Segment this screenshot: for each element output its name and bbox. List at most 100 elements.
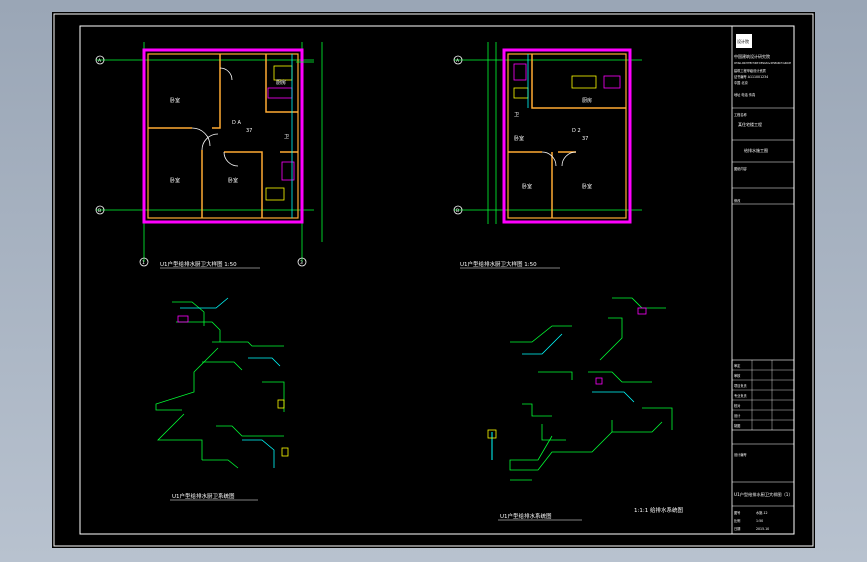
grid-label: B — [98, 208, 101, 214]
cert-line: 中国 北京 — [734, 80, 748, 85]
stove-fixture — [603, 75, 621, 89]
title-block-frame — [731, 25, 795, 535]
pipe — [180, 297, 229, 309]
pipe — [176, 321, 221, 342]
grid-label: B — [456, 208, 459, 214]
room-label: 卫 — [514, 112, 519, 118]
room-label: 卧室 — [514, 135, 524, 142]
sign-row-label: 专业负责 — [734, 393, 747, 398]
meta-label: 比例 — [734, 518, 740, 523]
pipe — [522, 403, 552, 417]
company-name: 中国建筑设计研究院 — [734, 53, 770, 59]
grid-label: A — [456, 58, 460, 64]
door-swing — [219, 67, 233, 81]
drawing-content-label: 图纸内容 — [734, 166, 748, 171]
pipe — [212, 341, 284, 347]
pipe — [612, 297, 666, 309]
grid-label: A — [98, 58, 102, 64]
sign-row-label: 制图 — [734, 423, 740, 428]
sign-row-label: 设计 — [734, 413, 741, 418]
plan-caption: U1户型给排水厨卫大样图 1:50 — [160, 260, 237, 268]
title-block: 设计院 中国建筑设计研究院 CHINA ARCHITECTURE DESIGN … — [731, 25, 795, 535]
system-caption: 1:1:1 给排水系统图 — [634, 506, 683, 514]
sign-row-label: 审定 — [734, 363, 741, 368]
basin-fixture — [513, 87, 529, 99]
sign-row-label: 项目负责 — [734, 383, 747, 388]
pipe — [612, 421, 663, 433]
kitchen-partition — [531, 54, 626, 109]
meta-value: 1:50 — [756, 519, 763, 523]
pipe — [216, 425, 284, 437]
floor-plan-left: 卧室 厨房 卧室 卧室 卫 D A 37 A B 1 3 U1户型给排水厨卫大样… — [95, 42, 323, 269]
cad-drawing-canvas: 卧室 厨房 卧室 卧室 卫 D A 37 A B 1 3 U1户型给排水厨卫大样… — [53, 13, 814, 547]
area-label: 37 — [582, 136, 588, 142]
stove-fixture — [267, 87, 293, 99]
unit-label: D 2 — [572, 128, 581, 134]
door-swing — [561, 151, 577, 167]
floor-plan-right: 卫 厨房 卧室 卧室 卧室 D 2 37 A B U1户型给排水厨卫大样图 1:… — [453, 42, 642, 269]
grid-label: 3 — [300, 260, 303, 266]
door-swing — [541, 151, 557, 167]
sink-fixture — [273, 65, 293, 81]
pipe — [262, 381, 285, 412]
meta-value: 2015.10 — [756, 527, 769, 531]
pipe — [202, 361, 243, 371]
pipe — [202, 459, 239, 469]
room-label: 卧室 — [582, 183, 592, 190]
company-subtitle: CHINA ARCHITECTURE DESIGN & RESEARCH GRO… — [734, 62, 792, 65]
pipe — [242, 439, 275, 468]
pipe — [155, 347, 219, 411]
drawing-title: U1户型给排水厨卫大样图（1） — [734, 491, 793, 498]
unit-label: D A — [232, 120, 241, 126]
meta-label: 图号 — [734, 510, 740, 515]
plan-caption: U1户型给排水厨卫大样图 1:50 — [460, 260, 537, 268]
partition — [224, 151, 263, 218]
door-swing — [223, 151, 239, 167]
cert-line: 地址 电话 传真 — [734, 92, 756, 97]
room-label: 厨房 — [276, 79, 286, 86]
sign-row-label: 审核 — [734, 373, 741, 378]
valve-symbol — [637, 307, 647, 315]
cert-line: 建筑工程甲级设计资质 — [734, 68, 767, 73]
valve-symbol — [277, 399, 285, 409]
pipe — [592, 391, 635, 403]
toilet-fixture — [513, 63, 527, 81]
basin-fixture — [265, 187, 285, 201]
area-label: 37 — [246, 128, 252, 134]
project-name: 某住宅楼工程 — [738, 121, 762, 127]
room-label: 卧室 — [522, 183, 532, 190]
sink-fixture — [571, 75, 597, 89]
valve-symbol — [595, 377, 603, 385]
room-label: 厨房 — [582, 97, 592, 104]
project-label: 工程名称 — [734, 112, 748, 117]
pipe — [522, 333, 563, 355]
pipe — [541, 424, 566, 441]
pipe — [599, 317, 623, 361]
pipe — [538, 371, 573, 380]
room-label: 卧室 — [170, 177, 180, 184]
valve-symbol — [177, 315, 189, 323]
room-label: 卫 — [284, 134, 289, 140]
room-label: 卧室 — [228, 177, 238, 184]
pipe — [588, 371, 652, 383]
logo-text: 设计院 — [737, 38, 749, 44]
grid-label: 1 — [142, 260, 145, 266]
pipe — [157, 413, 203, 460]
cert-line: 证书编号 A111001234 — [734, 74, 768, 79]
sign-row-label: 校对 — [734, 403, 741, 408]
pipe — [510, 325, 572, 343]
sheet-inner-frame — [79, 25, 795, 535]
sheet-outer-frame — [53, 13, 814, 547]
pipe — [509, 420, 613, 471]
system-caption: U1户型给排水厨卫系统图 — [172, 492, 235, 500]
outer-wall — [142, 48, 304, 224]
system-diagram-right: U1户型给排水系统图 1:1:1 给排水系统图 — [487, 297, 683, 521]
partition — [212, 54, 221, 129]
revision-label: 修改 — [734, 198, 741, 203]
inner-wall — [147, 53, 299, 219]
door-swing — [201, 133, 219, 151]
system-caption: U1户型给排水系统图 — [500, 512, 552, 520]
cad-viewport[interactable]: 卧室 厨房 卧室 卧室 卫 D A 37 A B 1 3 U1户型给排水厨卫大样… — [52, 12, 815, 548]
system-diagram-left: U1户型给排水厨卫系统图 — [155, 297, 289, 501]
design-number-label: 设计编号 — [734, 452, 747, 457]
